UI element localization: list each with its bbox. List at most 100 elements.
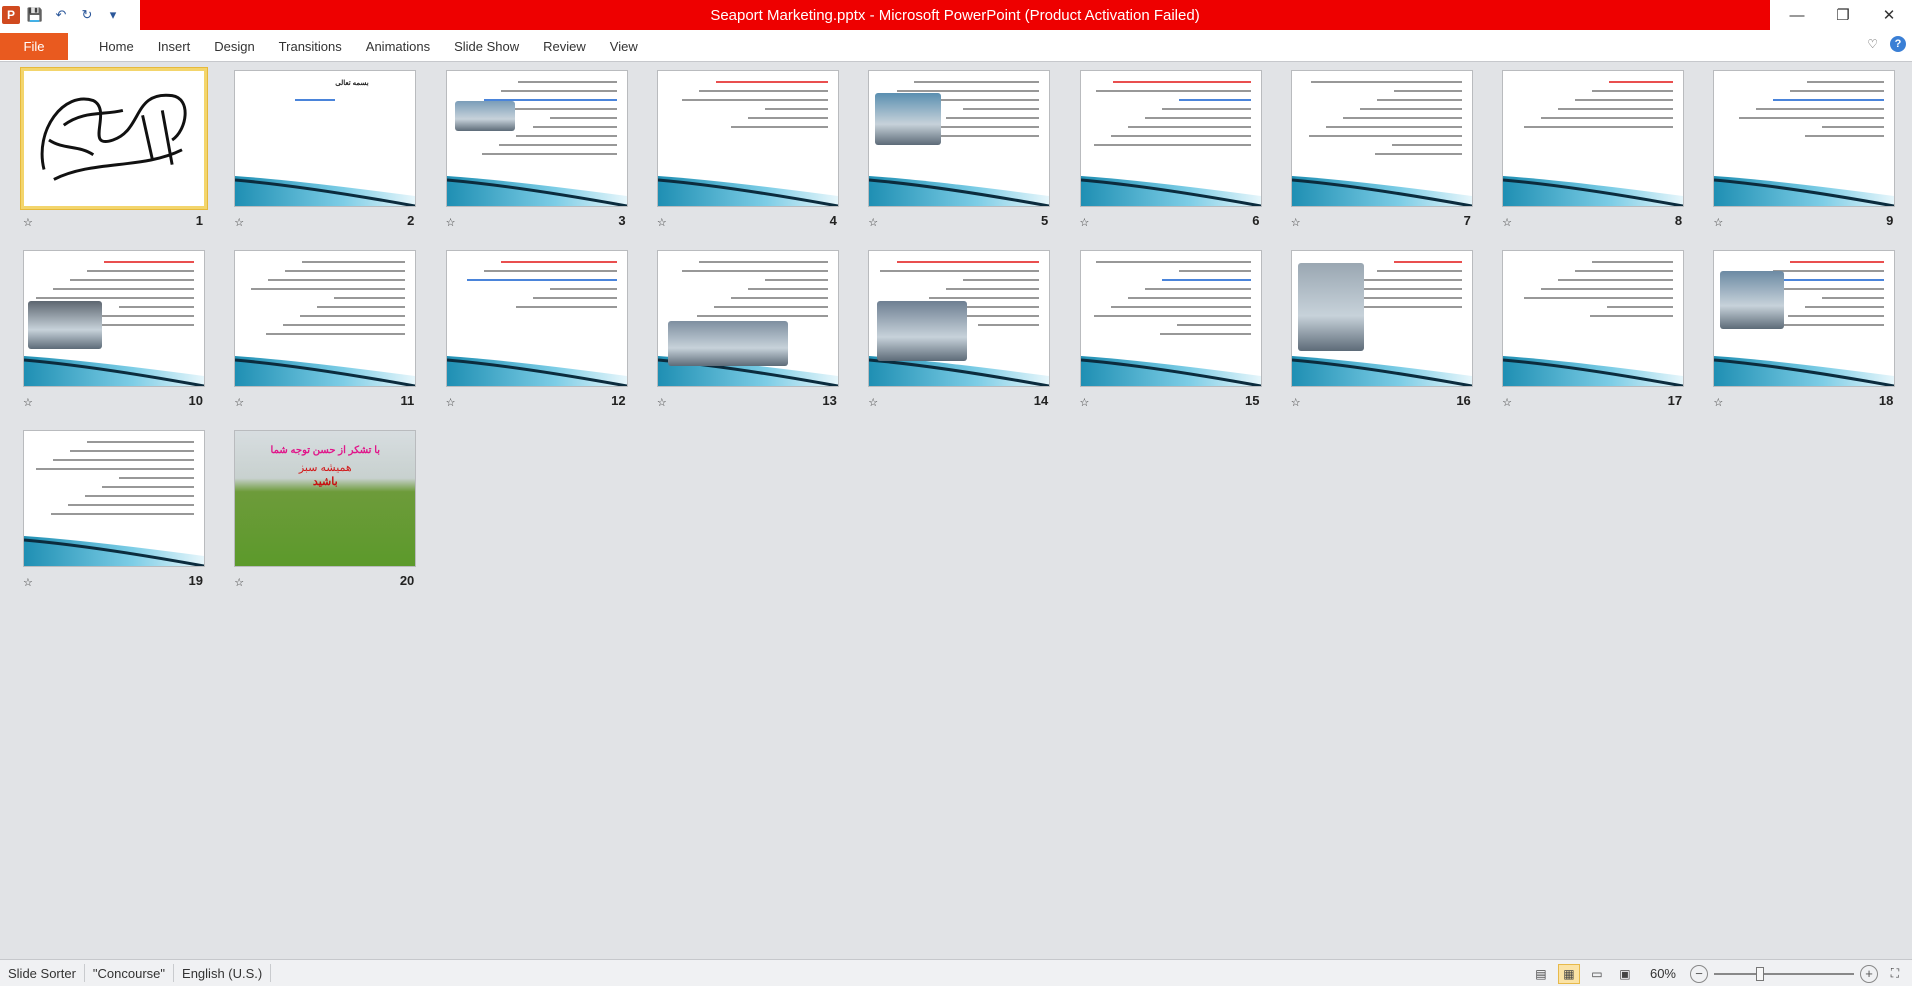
powerpoint-app-icon[interactable]: P [2,6,20,24]
slide-thumbnail-14[interactable]: ☆ 14 [864,246,1054,416]
normal-view-icon[interactable]: ▤ [1530,964,1552,984]
slide-text-line [1739,117,1885,119]
status-theme-name[interactable]: "Concourse" [85,964,175,982]
redo-icon[interactable]: ↻ [76,4,98,26]
star-transition-icon[interactable]: ☆ [234,216,244,229]
slide-thumbnail-10[interactable]: ☆ 10 [19,246,209,416]
slide-preview[interactable] [234,250,417,387]
zoom-slider[interactable] [1714,966,1854,981]
slide-thumbnail-15[interactable]: ☆ 15 [1076,246,1266,416]
zoom-slider-thumb[interactable] [1756,966,1764,981]
star-transition-icon[interactable]: ☆ [1713,396,1723,409]
slide-preview[interactable]: بسمه تعالی [234,70,417,207]
tab-home[interactable]: Home [87,33,146,60]
tab-design[interactable]: Design [202,33,266,60]
slide-sorter-pane[interactable]: ☆ 1 بسمه تعالی ☆ 2 ☆ 3 ☆ 4 ☆ 5 ☆ 6 ☆ 7 ☆ 8 ☆ 9 ☆ 10 ☆ 11 ☆ 12 ☆ 13… [0,63,1912,959]
status-language[interactable]: English (U.S.) [174,964,272,982]
slide-text-line [1161,108,1251,110]
slide-preview[interactable]: با تشکر از حسن توجه شما همیشه سبز باشید [234,430,417,567]
star-transition-icon[interactable]: ☆ [1080,396,1090,409]
slide-text-line [1558,108,1674,110]
slide-thumbnail-19[interactable]: ☆ 19 [19,426,209,596]
tab-transitions[interactable]: Transitions [267,33,354,60]
slide-thumbnail-17[interactable]: ☆ 17 [1498,246,1688,416]
star-transition-icon[interactable]: ☆ [23,396,33,409]
slide-thumbnail-11[interactable]: ☆ 11 [230,246,420,416]
star-transition-icon[interactable]: ☆ [657,216,667,229]
slide-photo [667,321,788,366]
tab-review[interactable]: Review [531,33,598,60]
star-transition-icon[interactable]: ☆ [868,216,878,229]
slide-preview[interactable] [23,250,205,387]
star-transition-icon[interactable]: ☆ [1080,216,1090,229]
tab-insert[interactable]: Insert [146,33,203,60]
tab-animations[interactable]: Animations [354,33,442,60]
slide-preview[interactable] [445,70,628,207]
slide-preview[interactable] [868,250,1051,387]
slide-preview[interactable] [1079,70,1262,207]
slide-thumbnail-4[interactable]: ☆ 4 [653,66,843,236]
star-transition-icon[interactable]: ☆ [23,576,33,589]
minimize-ribbon-icon[interactable]: ♡ [1867,37,1878,51]
slide-thumbnail-20[interactable]: با تشکر از حسن توجه شما همیشه سبز باشید ☆ 20 [230,426,420,596]
tab-slide-show[interactable]: Slide Show [442,33,531,60]
save-icon[interactable]: 💾 [24,4,46,26]
star-transition-icon[interactable]: ☆ [868,396,878,409]
slide-thumbnail-12[interactable]: ☆ 12 [442,246,632,416]
slide-2-title: بسمه تعالی [335,80,369,87]
star-transition-icon[interactable]: ☆ [657,396,667,409]
close-button[interactable]: ✕ [1866,0,1912,30]
slide-preview[interactable] [21,68,207,209]
fit-to-window-icon[interactable]: ⛶ [1884,964,1906,984]
minimize-button[interactable]: — [1774,0,1820,30]
zoom-out-button[interactable]: − [1690,964,1708,983]
star-transition-icon[interactable]: ☆ [1502,396,1512,409]
reading-view-icon[interactable]: ▭ [1586,964,1608,984]
zoom-level[interactable]: 60% [1650,966,1676,981]
slide-thumbnail-2[interactable]: بسمه تعالی ☆ 2 [230,66,420,236]
slide-preview[interactable] [868,70,1051,207]
slide-preview[interactable] [1290,250,1473,387]
star-transition-icon[interactable]: ☆ [234,576,244,589]
slide-preview[interactable] [656,250,839,387]
slide-preview[interactable] [1079,250,1262,387]
slide-thumbnail-5[interactable]: ☆ 5 [864,66,1054,236]
restore-button[interactable]: ❐ [1820,0,1866,30]
slide-preview[interactable] [1290,70,1473,207]
slide-preview[interactable] [1502,70,1685,207]
zoom-in-button[interactable]: + [1860,964,1878,983]
slide-sorter-view-icon[interactable]: ▦ [1557,963,1580,984]
slide-thumbnail-16[interactable]: ☆ 16 [1287,246,1477,416]
slide-thumbnail-13[interactable]: ☆ 13 [653,246,843,416]
slide-thumbnail-1[interactable]: ☆ 1 [19,66,209,236]
slide-thumbnail-7[interactable]: ☆ 7 [1287,66,1477,236]
star-transition-icon[interactable]: ☆ [1502,216,1512,229]
star-transition-icon[interactable]: ☆ [446,216,456,229]
star-transition-icon[interactable]: ☆ [1291,216,1301,229]
star-transition-icon[interactable]: ☆ [234,396,244,409]
tab-view[interactable]: View [598,33,650,60]
slide-preview[interactable] [1502,250,1685,387]
slide-thumbnail-18[interactable]: ☆ 18 [1709,246,1899,416]
star-transition-icon[interactable]: ☆ [23,216,33,229]
slide-preview[interactable] [445,250,628,387]
slide-preview[interactable] [23,430,205,567]
file-tab[interactable]: File [0,33,68,60]
star-transition-icon[interactable]: ☆ [1713,216,1723,229]
undo-icon[interactable]: ↶ [50,4,72,26]
slide-text-line [1609,81,1674,83]
slide-thumbnail-6[interactable]: ☆ 6 [1076,66,1266,236]
slide-show-icon[interactable]: ▣ [1614,964,1636,984]
star-transition-icon[interactable]: ☆ [446,396,456,409]
slide-photo [454,101,515,131]
slide-thumbnail-8[interactable]: ☆ 8 [1498,66,1688,236]
slide-thumbnail-9[interactable]: ☆ 9 [1709,66,1899,236]
slide-preview[interactable] [1713,70,1896,207]
slide-number: 15 [1245,393,1260,408]
customize-qat-icon[interactable]: ▾ [102,4,124,26]
slide-preview[interactable] [656,70,839,207]
help-icon[interactable]: ? [1890,36,1906,52]
slide-thumbnail-3[interactable]: ☆ 3 [442,66,632,236]
slide-preview[interactable] [1713,250,1896,387]
star-transition-icon[interactable]: ☆ [1291,396,1301,409]
